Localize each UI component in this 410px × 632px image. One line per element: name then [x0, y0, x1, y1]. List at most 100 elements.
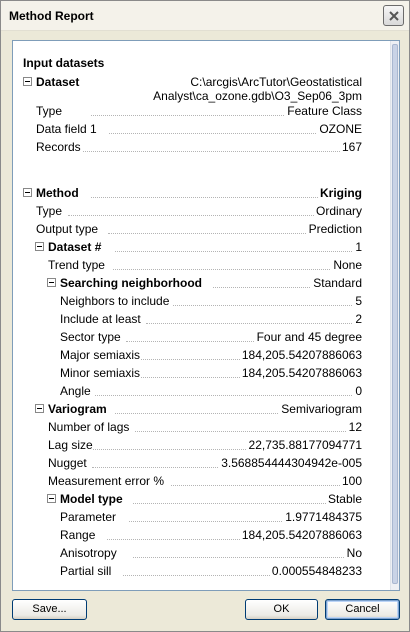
anisotropy-row: Anisotropy No — [13, 544, 390, 562]
row-label: Anisotropy — [60, 546, 117, 560]
partial-sill-row: Partial sill 0.000554848233 — [13, 562, 390, 580]
row-value: 22,735.88177094771 — [246, 438, 362, 452]
row-value: 1.9771484375 — [283, 510, 362, 524]
dataset-number-label: Dataset # — [48, 240, 102, 254]
row-label: Output type — [36, 222, 99, 236]
cancel-button[interactable]: Cancel — [325, 599, 400, 620]
number-of-lags-row: Number of lags 12 — [13, 418, 390, 436]
row-value: 2 — [353, 312, 362, 326]
output-type-row: Output type Prediction — [13, 220, 390, 238]
records-row: Records 167 — [13, 138, 390, 156]
row-value: 5 — [353, 294, 362, 308]
row-value: 184,205.54207886063 — [239, 528, 362, 542]
report-panel: Input datasets Dataset C:\arcgis\ArcTuto… — [12, 40, 400, 591]
row-value: Four and 45 degree — [254, 330, 362, 344]
collapse-minus-icon[interactable] — [47, 494, 56, 503]
row-label: Type — [36, 104, 63, 118]
minor-semiaxis-row: Minor semiaxis 184,205.54207886063 — [13, 364, 390, 382]
lag-size-row: Lag size 22,735.88177094771 — [13, 436, 390, 454]
parameter-row: Parameter 1.9771484375 — [13, 508, 390, 526]
row-value: 184,205.54207886063 — [239, 366, 362, 380]
row-label: Measurement error % — [48, 474, 165, 488]
row-value: Prediction — [306, 222, 362, 236]
leader-dots — [133, 557, 362, 558]
close-icon — [389, 11, 399, 21]
angle-row: Angle 0 — [13, 382, 390, 400]
collapse-minus-icon[interactable] — [35, 242, 44, 251]
ok-button[interactable]: OK — [245, 599, 318, 620]
variogram-row: Variogram Semivariogram — [13, 400, 390, 418]
row-value: Feature Class — [285, 104, 362, 118]
save-button[interactable]: Save... — [12, 599, 87, 620]
sector-type-row: Sector type Four and 45 degree — [13, 328, 390, 346]
dataset-path: C:\arcgis\ArcTutor\Geostatistical Analys… — [153, 75, 362, 103]
dataset-path-line1: C:\arcgis\ArcTutor\Geostatistical — [190, 75, 362, 89]
dataset-row: Dataset C:\arcgis\ArcTutor\Geostatistica… — [13, 73, 390, 103]
collapse-minus-icon[interactable] — [35, 404, 44, 413]
include-at-least-row: Include at least 2 — [13, 310, 390, 328]
leader-dots — [146, 323, 362, 324]
row-label: Sector type — [60, 330, 121, 344]
trend-type-row: Trend type None — [13, 256, 390, 274]
row-label: Data field 1 — [36, 122, 97, 136]
report-content: Input datasets Dataset C:\arcgis\ArcTuto… — [13, 41, 390, 590]
row-label: Angle — [60, 384, 91, 398]
method-label: Method — [36, 186, 79, 200]
neighbors-row: Neighbors to include 5 — [13, 292, 390, 310]
collapse-minus-icon[interactable] — [47, 278, 56, 287]
collapse-minus-icon[interactable] — [23, 77, 32, 86]
row-value: No — [344, 546, 362, 560]
measurement-error-row: Measurement error % 100 — [13, 472, 390, 490]
variogram-label: Variogram — [48, 402, 107, 416]
row-label: Include at least — [60, 312, 141, 326]
dataset-type-row: Type Feature Class — [13, 102, 390, 120]
row-value: Ordinary — [313, 204, 362, 218]
data-field-row: Data field 1 OZONE — [13, 120, 390, 138]
dataset-number-row: Dataset # 1 — [13, 238, 390, 256]
row-label: Major semiaxis — [60, 348, 141, 362]
method-type-row: Type Ordinary — [13, 202, 390, 220]
row-label: Trend type — [48, 258, 105, 272]
searching-neighborhood-label: Searching neighborhood — [60, 276, 203, 290]
major-semiaxis-row: Major semiaxis 184,205.54207886063 — [13, 346, 390, 364]
method-value: Kriging — [318, 186, 362, 200]
dataset-path-line2: Analyst\ca_ozone.gdb\O3_Sep06_3pm — [153, 89, 362, 103]
close-button[interactable] — [383, 5, 404, 26]
window-title: Method Report — [9, 9, 94, 23]
dataset-number-value: 1 — [353, 240, 362, 254]
range-row: Range 184,205.54207886063 — [13, 526, 390, 544]
variogram-value: Semivariogram — [279, 402, 362, 416]
row-label: Nugget — [48, 456, 87, 470]
row-value: 100 — [339, 474, 362, 488]
searching-neighborhood-value: Standard — [311, 276, 362, 290]
leader-dots — [171, 485, 362, 486]
row-label: Range — [60, 528, 96, 542]
model-type-value: Stable — [325, 492, 362, 506]
collapse-minus-icon[interactable] — [23, 188, 32, 197]
row-value: 167 — [339, 140, 362, 154]
searching-neighborhood-row: Searching neighborhood Standard — [13, 274, 390, 292]
title-bar[interactable]: Method Report — [1, 1, 409, 31]
row-value: 184,205.54207886063 — [239, 348, 362, 362]
row-value: 0 — [353, 384, 362, 398]
scrollbar-thumb[interactable] — [392, 44, 398, 584]
row-value: 3.568854444304942e-005 — [219, 456, 362, 470]
dataset-label: Dataset — [36, 75, 80, 89]
leader-dots — [83, 151, 362, 152]
row-label: Records — [36, 140, 81, 154]
row-value: 0.000554848233 — [269, 564, 362, 578]
model-type-row: Model type Stable — [13, 490, 390, 508]
leader-dots — [135, 431, 362, 432]
row-value: None — [331, 258, 362, 272]
method-report-window: Method Report Input datasets Dataset C:\… — [0, 0, 410, 632]
leader-dots — [113, 269, 362, 270]
row-value: OZONE — [317, 122, 362, 136]
vertical-scrollbar[interactable] — [390, 41, 399, 590]
row-label: Type — [36, 204, 63, 218]
model-type-label: Model type — [60, 492, 123, 506]
row-label: Partial sill — [60, 564, 112, 578]
row-label: Minor semiaxis — [60, 366, 141, 380]
method-row: Method Kriging — [13, 184, 390, 202]
leader-dots — [173, 305, 362, 306]
row-label: Lag size — [48, 438, 93, 452]
